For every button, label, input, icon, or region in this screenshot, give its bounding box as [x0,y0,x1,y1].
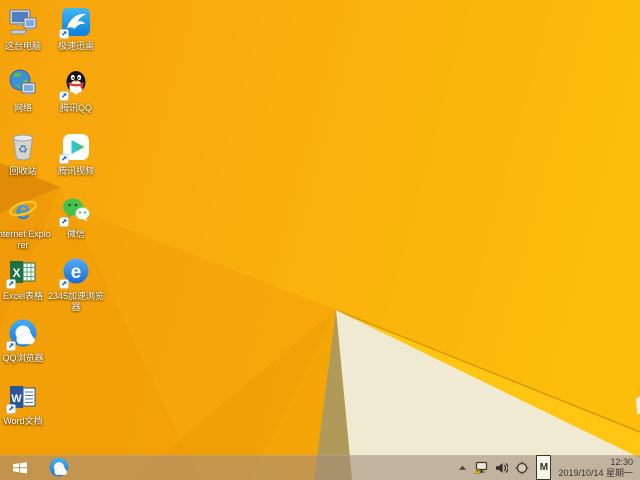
desktop-icon-word[interactable]: W Word文档 [0,381,51,427]
clock-time: 12:30 [610,457,633,467]
desktop-icon-label: 2345加速浏览器 [47,291,105,312]
shortcut-arrow-icon [59,154,69,164]
tencent-video-icon [59,131,92,164]
desktop-icon-excel[interactable]: X Excel表格 [0,256,51,302]
tray-volume-icon[interactable] [495,455,509,480]
shortcut-arrow-icon [6,341,16,351]
desktop-icon-recycle-bin[interactable]: ♻ 回收站 [0,131,51,177]
svg-text:e: e [71,262,82,283]
svg-text:e: e [15,195,30,225]
internet-explorer-icon: e [7,194,39,226]
desktop-icon-tencent-qq[interactable]: 腾讯QQ [48,68,104,114]
network-icon [7,68,39,100]
ime-letter: M [539,461,549,473]
shortcut-arrow-icon [6,404,16,414]
desktop-icon-wechat[interactable]: 微信 [48,194,104,240]
desktop-icon-label: 腾讯视频 [57,166,94,176]
svg-text:♻: ♻ [18,144,28,156]
desktop-icon-label: 回收站 [9,166,37,176]
desktop-icon-label: Word文档 [3,416,43,426]
taskbar-qq-browser-button[interactable] [45,455,73,480]
desktop-icon-internet-explorer[interactable]: e Internet Explorer [0,194,51,251]
desktop-icon-tencent-video[interactable]: 腾讯视频 [48,131,104,177]
tray-app-icon[interactable] [515,455,529,480]
svg-text:X: X [12,266,20,280]
shortcut-arrow-icon [6,279,16,289]
desktop-icon-label: Internet Explorer [0,229,51,250]
tray-network-icon[interactable] [474,455,488,480]
desktop-icon-this-pc[interactable]: 这台电脑 [0,6,51,52]
desktop-icon-xunlei[interactable]: 极速迅雷 [48,6,104,52]
windows-desktop: 这台电脑 网络 ♻ 回收站 e Internet Explorer X Exce… [0,0,640,480]
2345-browser-icon: e [59,256,92,289]
windows-logo-icon [13,462,27,474]
qq-penguin-icon [59,68,92,101]
taskbar: M 12:30 2019/10/14 星期一 [0,455,640,480]
shortcut-arrow-icon [59,29,69,39]
clock-date: 2019/10/14 星期一 [558,468,633,478]
desktop-icon-label: 网络 [13,103,32,113]
word-icon: W [6,381,39,414]
qq-browser-icon [49,457,69,477]
desktop-icon-label: 腾讯QQ [59,103,92,113]
desktop-icon-qq-browser[interactable]: QQ浏览器 [0,318,51,364]
desktop-icon-2345-browser[interactable]: e 2345加速浏览器 [48,256,104,313]
xunlei-icon [59,6,92,39]
desktop-icon-label: QQ浏览器 [2,353,44,363]
start-button[interactable] [5,455,35,480]
shortcut-arrow-icon [59,279,69,289]
wechat-icon [59,194,92,227]
shortcut-arrow-icon [59,91,69,101]
ime-indicator[interactable]: M [536,455,552,480]
tray-clock[interactable]: 12:30 2019/10/14 星期一 [558,455,633,480]
desktop-icon-label: 这台电脑 [4,41,41,51]
this-pc-icon [7,6,39,38]
desktop-icon-label: 微信 [66,229,85,239]
qq-browser-icon [6,318,39,351]
desktop-icon-network[interactable]: 网络 [0,68,51,114]
show-hidden-icons-button[interactable] [458,455,467,480]
desktop-icon-label: 极速迅雷 [57,41,94,51]
shortcut-arrow-icon [59,217,69,227]
desktop-icon-label: Excel表格 [2,291,43,301]
excel-icon: X [6,256,39,289]
system-tray: M 12:30 2019/10/14 星期一 [458,455,640,480]
chevron-up-icon [459,465,467,470]
recycle-bin-icon: ♻ [7,131,39,163]
